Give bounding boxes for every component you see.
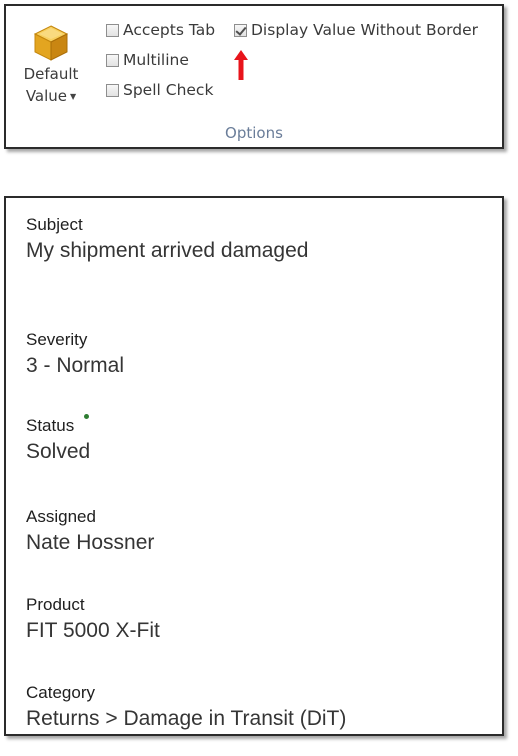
checkbox-checked[interactable] [234,23,247,37]
required-indicator-dot [84,414,90,419]
assigned-field[interactable]: Assigned Nate Hossner [26,507,154,555]
cube-icon [33,25,69,61]
red-up-arrow-icon [234,50,248,80]
display-value-without-border-label: Display Value Without Border [251,21,479,39]
field-value[interactable]: FIT 5000 X-Fit [26,619,160,643]
field-label: Status [26,416,75,435]
status-field[interactable]: Status Solved [26,414,90,464]
field-value[interactable]: My shipment arrived damaged [26,239,308,263]
checkbox-unchecked[interactable] [106,53,119,67]
multiline-checkbox[interactable]: Multiline [106,50,189,70]
dropdown-caret-icon[interactable]: ▼ [70,87,76,106]
field-label: Severity [26,330,88,349]
field-value[interactable]: Solved [26,440,90,464]
field-label: Subject [26,215,83,234]
record-form: Subject My shipment arrived damaged Seve… [4,196,504,736]
severity-field[interactable]: Severity 3 - Normal [26,330,124,378]
field-label: Category [26,683,95,702]
field-label: Assigned [26,507,96,526]
default-value-label-line1: Default [23,65,79,83]
checkbox-unchecked[interactable] [106,23,119,37]
field-value[interactable]: Returns > Damage in Transit (DiT) [26,707,346,731]
spell-check-checkbox[interactable]: Spell Check [106,80,213,100]
field-value[interactable]: 3 - Normal [26,354,124,378]
default-value-button[interactable]: Default Value ▼ [20,20,82,106]
spell-check-label: Spell Check [123,81,214,99]
field-value[interactable]: Nate Hossner [26,531,154,555]
default-value-label-line2: Value [25,87,68,105]
multiline-label: Multiline [123,51,189,69]
accepts-tab-label: Accepts Tab [123,21,216,39]
product-field[interactable]: Product FIT 5000 X-Fit [26,595,160,643]
field-label: Product [26,595,85,614]
accepts-tab-checkbox[interactable]: Accepts Tab [106,20,215,40]
subject-field[interactable]: Subject My shipment arrived damaged [26,215,308,263]
display-value-without-border-checkbox[interactable]: Display Value Without Border [234,20,478,40]
ribbon-options-group: Default Value ▼ Accepts Tab Display Value… [4,4,504,149]
options-group-label: Options [225,124,283,142]
category-field[interactable]: Category Returns > Damage in Transit (Di… [26,683,346,731]
checkbox-unchecked[interactable] [106,83,119,97]
